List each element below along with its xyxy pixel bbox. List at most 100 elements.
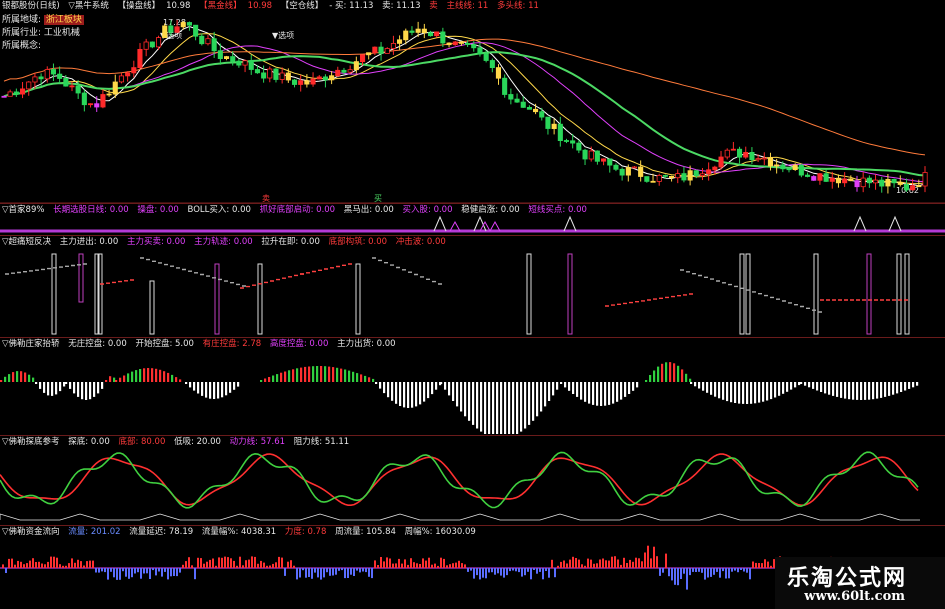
p4-bar-down: [444, 382, 447, 390]
p6-bar-up: [233, 560, 235, 568]
p6-bar-up: [656, 556, 658, 568]
p6-bar-up: [665, 553, 667, 568]
p4-bar-down: [544, 382, 547, 407]
candle-body: [749, 151, 755, 161]
p4-bar-down: [778, 382, 781, 396]
candle-body: [316, 76, 322, 80]
p6-bar-up: [758, 563, 760, 568]
p4-bar-up: [304, 366, 307, 382]
candle-body: [873, 179, 879, 184]
candle-body: [786, 168, 792, 171]
p6-bar-down: [158, 568, 160, 572]
p6-bar-down: [308, 568, 310, 577]
p6-bar-down: [131, 568, 133, 578]
p6-bar-down: [116, 568, 118, 580]
candle-body: [798, 164, 804, 176]
p6-bar-down: [494, 568, 496, 575]
p4-bar-down: [774, 382, 777, 398]
p6-bar-down: [119, 568, 121, 580]
p3-step-line: [605, 293, 693, 307]
p6-bar-down: [320, 568, 322, 580]
p6-bar-up: [83, 565, 85, 568]
p6-bar-down: [5, 568, 7, 573]
p4-bar-up: [147, 368, 150, 382]
p4-bar-down: [616, 382, 619, 402]
p6-bar-up: [590, 559, 592, 568]
p4-bar-down: [588, 382, 591, 404]
p6-bar-down: [146, 568, 148, 574]
p6-bar-down: [176, 568, 178, 577]
p6-bar-down: [326, 568, 328, 573]
p4-bar-up: [689, 378, 692, 382]
p4-bar-up: [143, 368, 146, 382]
p4-bar-down: [860, 382, 863, 400]
indicator-panel-5[interactable]: ▽佛勒探底参考 探底: 0.00 底部: 80.00 低吸: 20.00 动力线…: [0, 436, 945, 524]
indicator-panel-4[interactable]: ▽佛勒庄家抬轿 无庄控盘: 0.00 开始控盘: 5.00 有庄控盘: 2.78…: [0, 338, 945, 434]
p4-bar-up: [113, 377, 116, 382]
p6-bar-down: [662, 568, 664, 573]
p6-bar-up: [188, 557, 190, 568]
candle-body: [162, 25, 168, 38]
p6-bar-up: [620, 564, 622, 568]
p4-bar-down: [896, 382, 899, 394]
p6-bar-down: [518, 568, 520, 573]
p6-bar-up: [449, 564, 451, 568]
candle-body: [193, 24, 199, 37]
p4-bar-down: [738, 382, 741, 404]
p6-bar-up: [425, 560, 427, 568]
p6-bar-down: [323, 568, 325, 578]
p4-bar-down: [636, 382, 639, 388]
p6-bar-down: [101, 568, 103, 572]
p6-bar-up: [257, 563, 259, 568]
p6-bar-up: [551, 559, 553, 568]
p6-bar-up: [212, 558, 214, 568]
p4-bar-up: [28, 374, 31, 382]
p4-bar-up: [12, 372, 15, 382]
candle-body: [588, 150, 594, 160]
p6-bar-down: [695, 568, 697, 572]
p4-bar-up: [119, 377, 122, 382]
p4-bar-down: [608, 382, 611, 405]
p4-bar-down: [452, 382, 455, 401]
p4-bar-down: [552, 382, 555, 396]
p6-bar-up: [38, 561, 40, 568]
candle-body: [860, 177, 866, 188]
p4-bar-up: [284, 371, 287, 382]
p6-bar-down: [125, 568, 127, 577]
p4-bar-up: [344, 369, 347, 382]
candle-body: [879, 179, 885, 187]
indicator-panel-3[interactable]: ▽超痛短反决 主力进出: 0.00 主力买卖: 0.00 主力轨迹: 0.00 …: [0, 236, 945, 336]
p4-bar-down: [237, 382, 240, 387]
p4-bar-down: [722, 382, 725, 400]
p6-bar-up: [653, 546, 655, 568]
candle-body: [267, 68, 273, 79]
candle-body: [205, 38, 211, 45]
candle-body: [32, 76, 38, 83]
p2-triangle: [888, 215, 902, 232]
p4-bar-down: [798, 382, 801, 386]
p4-bar-down: [584, 382, 587, 402]
p6-bar-down: [302, 568, 304, 571]
main-kline-panel[interactable]: 银都股份(日线) ▽黑牛系统 【操盘线】 10.98 【黑金线】 10.98 【空仓…: [0, 0, 945, 206]
p4-bar-up: [356, 373, 359, 382]
panel2-svg: [0, 215, 945, 233]
p6-bar-down: [542, 568, 544, 580]
p6-bar-up: [398, 558, 400, 568]
p6-bar-up: [206, 561, 208, 568]
p4-bar-up: [300, 367, 303, 382]
candle-body: [359, 54, 366, 63]
p6-bar-up: [2, 564, 4, 568]
p4-bar-down: [205, 382, 208, 398]
p4-bar-down: [904, 382, 907, 391]
p6-bar-up: [260, 560, 262, 568]
p4-bar-down: [836, 382, 839, 397]
p4-bar-up: [105, 380, 108, 382]
candle-body: [910, 185, 916, 191]
p4-bar-down: [415, 382, 418, 407]
p4-bar-down: [387, 382, 390, 398]
candle-body: [69, 85, 75, 88]
indicator-panel-2[interactable]: ▽首家89% 长期选股日线: 0.00 操盘: 0.00 BOLL买入: 0.0…: [0, 204, 945, 234]
p4-bar-down: [77, 382, 80, 397]
p6-bar-down: [734, 568, 736, 571]
p3-bar: [214, 263, 220, 335]
